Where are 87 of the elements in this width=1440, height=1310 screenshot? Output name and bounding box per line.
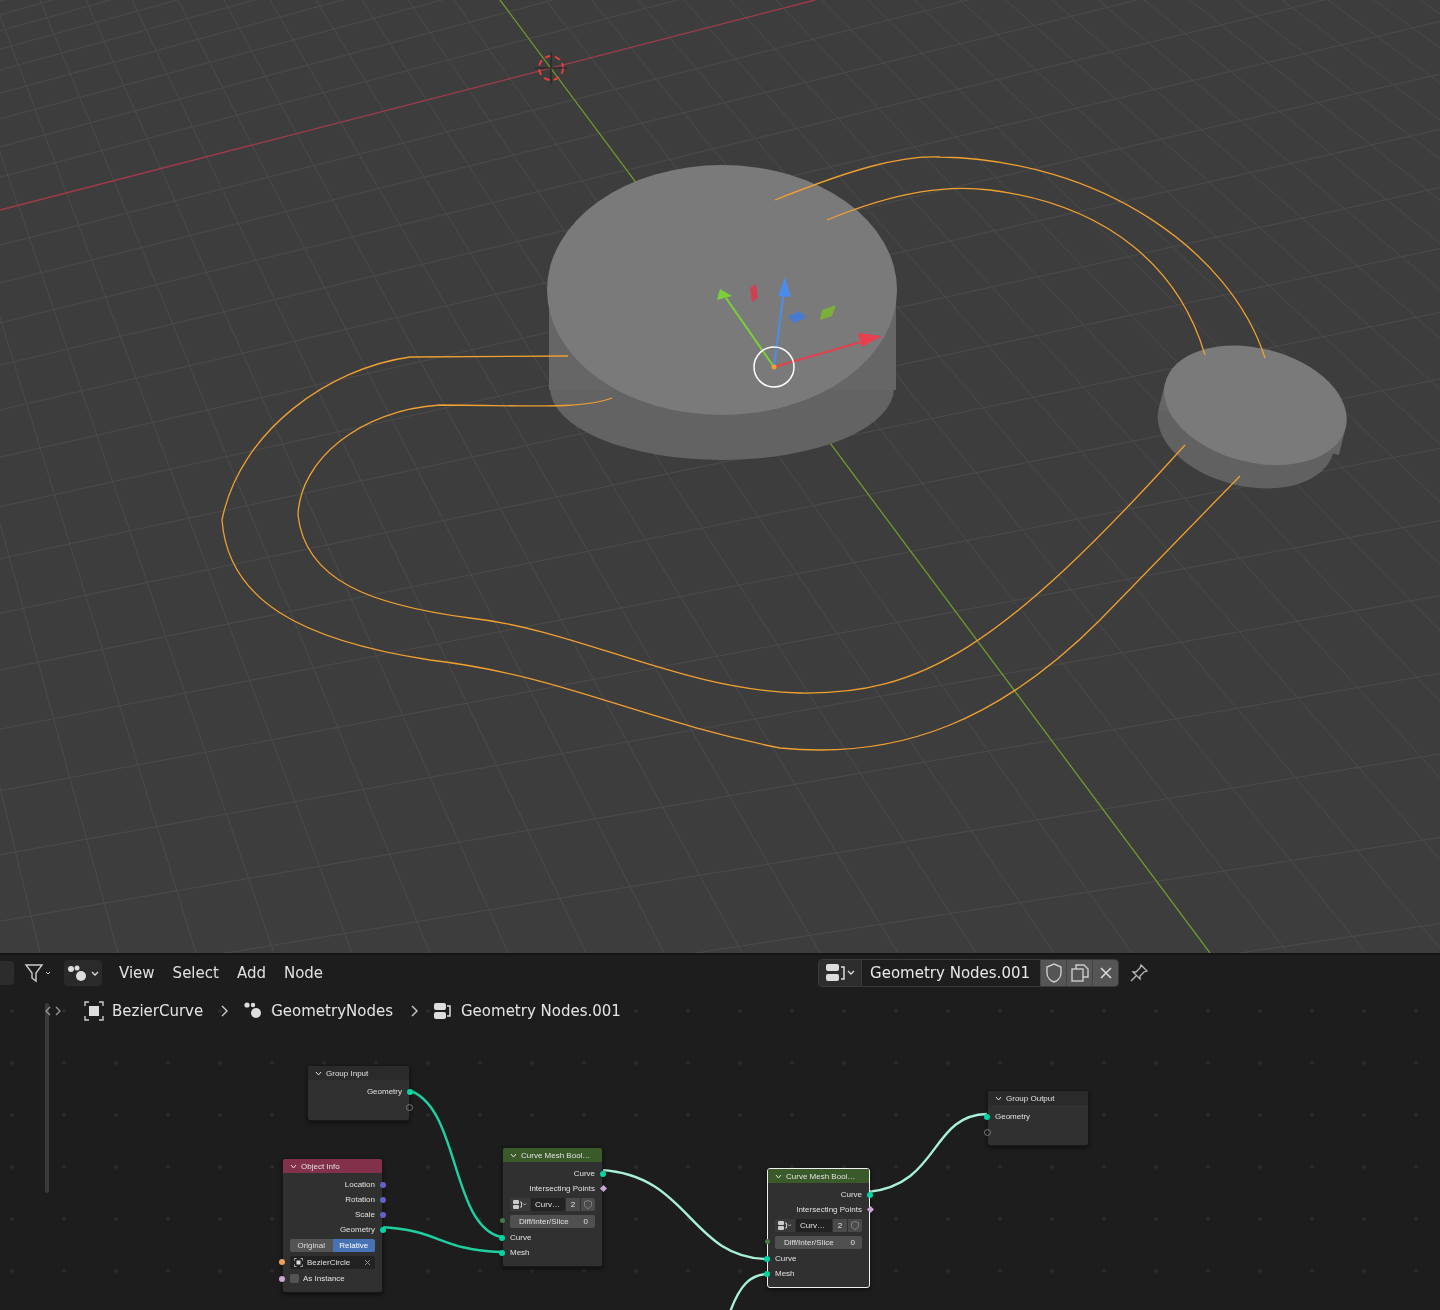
collapse-icon[interactable] — [315, 1070, 322, 1076]
checkbox-label: As Instance — [303, 1274, 345, 1283]
collapse-icon[interactable] — [290, 1163, 297, 1169]
node-tree-icon — [778, 1221, 792, 1230]
collapse-icon[interactable] — [775, 1173, 782, 1179]
node-socket[interactable] — [764, 1255, 770, 1262]
breadcrumb-label: Geometry Nodes.001 — [461, 1002, 621, 1020]
node-socket[interactable] — [866, 1205, 875, 1213]
menu-item[interactable]: View — [111, 960, 163, 986]
socket-label: Mesh — [775, 1269, 795, 1278]
node-header[interactable]: Group Output — [988, 1091, 1088, 1105]
socket-label: Curve — [510, 1233, 532, 1242]
object-icon — [294, 1258, 303, 1267]
node-socket[interactable] — [380, 1226, 386, 1233]
node-socket[interactable] — [279, 1275, 285, 1282]
node-socket[interactable] — [600, 1170, 606, 1177]
node-socket[interactable] — [499, 1234, 505, 1241]
operation-field[interactable]: Diff/Inter/Slice 0 — [775, 1236, 862, 1249]
breadcrumb-label: GeometryNodes — [271, 1002, 393, 1020]
socket-label: Curve — [775, 1254, 797, 1263]
socket-label: Rotation — [345, 1195, 375, 1204]
node-editor-type-button[interactable] — [64, 960, 102, 986]
node-tree-name-field[interactable]: Curv… — [531, 1198, 565, 1211]
menu-item[interactable]: Select — [164, 960, 227, 986]
collapse-icon[interactable] — [510, 1152, 517, 1158]
node-tree-icon — [433, 1001, 453, 1021]
node-card[interactable]: Group Input Geometry — [307, 1065, 410, 1121]
socket-label: Geometry — [339, 1225, 375, 1234]
node-header[interactable]: Curve Mesh Bool… — [768, 1169, 869, 1183]
menu-item[interactable]: Add — [228, 960, 274, 986]
object-icon — [84, 1001, 104, 1021]
node-socket[interactable] — [380, 1196, 386, 1203]
node-header[interactable]: Curve Mesh Bool… — [503, 1148, 602, 1162]
socket-label: Location — [344, 1180, 375, 1189]
node-socket[interactable] — [279, 1258, 285, 1265]
nodes-icon — [66, 964, 100, 982]
toggle-option[interactable]: Relative — [332, 1239, 375, 1252]
checkbox[interactable] — [290, 1274, 299, 1283]
pin-icon[interactable] — [1129, 963, 1150, 983]
node-tree-icon — [513, 1200, 527, 1209]
node-tree-name-field[interactable]: Curv… — [796, 1219, 832, 1232]
operation-field[interactable]: Diff/Inter/Slice 0 — [510, 1215, 595, 1228]
menu-item[interactable]: Node — [275, 960, 332, 986]
collapse-icon[interactable] — [995, 1095, 1002, 1101]
chevron-icon — [409, 1004, 419, 1018]
node-socket[interactable] — [499, 1249, 505, 1256]
socket-label: Geometry — [366, 1087, 402, 1096]
node-tree-browse-button[interactable] — [775, 1219, 795, 1232]
node-socket[interactable] — [599, 1184, 608, 1192]
node-title: Curve Mesh Bool… — [786, 1171, 856, 1181]
node-socket[interactable] — [407, 1088, 413, 1095]
socket-label: Geometry — [995, 1112, 1031, 1121]
node-card[interactable]: Group Output Geometry — [987, 1090, 1089, 1146]
user-count[interactable]: 2 — [833, 1219, 847, 1232]
node-tree-browse-button[interactable] — [510, 1198, 530, 1211]
object-field[interactable]: BezierCircle — [290, 1256, 375, 1269]
node-socket[interactable] — [380, 1181, 386, 1188]
node-header[interactable]: Object Info — [283, 1159, 382, 1173]
node-card[interactable]: Object Info Location Rotation Scale Geometry Original Relative BezierCircle As Instance — [282, 1158, 383, 1293]
sidebar-toggle-icon[interactable] — [44, 1004, 62, 1018]
node-socket[interactable] — [764, 1270, 770, 1277]
chevron-icon — [219, 1004, 230, 1018]
node-socket[interactable] — [984, 1113, 990, 1120]
node-socket[interactable] — [764, 1238, 770, 1244]
scene-cursor-icon — [534, 51, 568, 85]
node-title: Curve Mesh Bool… — [521, 1150, 591, 1160]
socket-label: Intersecting Points — [529, 1184, 595, 1193]
shield-icon — [851, 1221, 859, 1230]
breadcrumb-label: BezierCurve — [112, 1002, 204, 1020]
node-title: Group Input — [326, 1068, 369, 1078]
socket-label: Intersecting Points — [796, 1205, 862, 1214]
shield-icon — [584, 1200, 592, 1209]
clear-icon[interactable] — [364, 1259, 371, 1266]
socket-label: Curve — [573, 1169, 595, 1178]
user-count[interactable]: 2 — [566, 1198, 580, 1211]
socket-label: Mesh — [510, 1248, 530, 1257]
node-socket[interactable] — [380, 1211, 386, 1218]
node-socket[interactable] — [499, 1217, 505, 1223]
socket-label: Curve — [840, 1190, 862, 1199]
toggle-option[interactable]: Original — [290, 1239, 333, 1252]
socket-label: Scale — [355, 1210, 375, 1219]
node-title: Object Info — [301, 1161, 340, 1171]
node-socket[interactable] — [867, 1191, 873, 1198]
node-header[interactable]: Group Input — [308, 1066, 409, 1080]
filter-icon[interactable] — [24, 963, 50, 983]
nodes-icon — [243, 1001, 264, 1021]
node-title: Group Output — [1006, 1093, 1055, 1103]
